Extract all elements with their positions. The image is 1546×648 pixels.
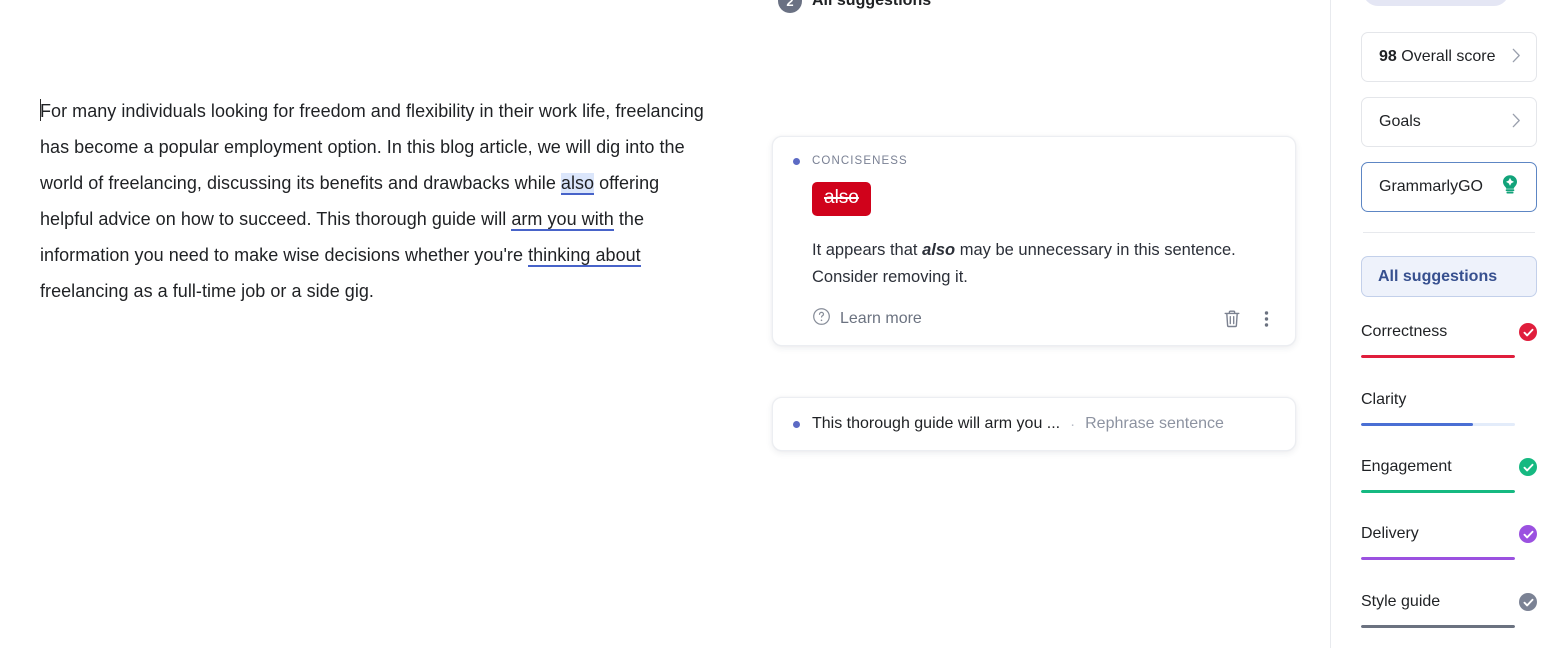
category-row: Delivery — [1361, 522, 1537, 546]
category-label: Correctness — [1361, 323, 1448, 340]
suggestion-chip-row: also — [812, 182, 1275, 216]
overall-score-text: Overall score — [1396, 48, 1496, 65]
conciseness-highlight-also[interactable]: also — [560, 173, 595, 195]
category-row: Engagement — [1361, 455, 1537, 479]
trash-icon[interactable] — [1222, 308, 1242, 330]
suggestions-count-badge: 2 — [778, 0, 802, 13]
category-row: Clarity — [1361, 388, 1537, 412]
more-vertical-icon[interactable] — [1264, 309, 1269, 329]
category-dot-icon — [793, 157, 800, 165]
suggestion-category-row: CONCISENESS — [793, 155, 1275, 167]
category-progress-fill — [1361, 423, 1474, 426]
category-row: Style guide — [1361, 590, 1537, 614]
separator-dot: · — [1070, 415, 1076, 433]
rephrase-action-label[interactable]: Rephrase sentence — [1085, 415, 1224, 433]
lightbulb-sparkle-icon — [1499, 173, 1521, 202]
suggestion-underline-thinking-about[interactable]: thinking about — [528, 245, 641, 267]
sidebar-item-all-suggestions[interactable]: All suggestions — [1361, 256, 1537, 297]
suggestions-header-title: All suggestions — [812, 0, 932, 9]
rephrase-preview-text: This thorough guide will arm you ... — [812, 415, 1061, 432]
overall-score-value: 98 — [1379, 48, 1397, 65]
doc-segment-7: freelancing as a full-time job or a side… — [40, 281, 374, 301]
category-label: Clarity — [1361, 391, 1407, 408]
chevron-right-icon — [1512, 48, 1521, 66]
category-label: Engagement — [1361, 458, 1452, 475]
check-circle-icon — [1519, 525, 1537, 543]
question-circle-icon — [812, 307, 831, 331]
sidebar-item-clarity[interactable]: Clarity — [1361, 388, 1537, 426]
learn-more-label: Learn more — [840, 310, 922, 327]
overall-score-label: 98 Overall score — [1379, 48, 1496, 66]
category-progress-bar — [1361, 355, 1515, 358]
goals-card[interactable]: Goals — [1361, 97, 1537, 147]
overall-score-card[interactable]: 98 Overall score — [1361, 32, 1537, 82]
category-progress-bar — [1361, 423, 1515, 426]
check-circle-icon — [1519, 593, 1537, 611]
suggestions-header: 2 All suggestions — [778, 0, 931, 13]
suggestion-explanation: It appears that also may be unnecessary … — [812, 237, 1262, 291]
learn-more-button[interactable]: Learn more — [812, 307, 922, 331]
grammarly-editor-screen: For many individuals looking for freedom… — [0, 0, 1546, 648]
goals-label: Goals — [1379, 113, 1421, 130]
category-progress-bar — [1361, 557, 1515, 560]
category-label: Style guide — [1361, 593, 1441, 610]
category-progress-fill — [1361, 490, 1515, 493]
document-editor-pane[interactable]: For many individuals looking for freedom… — [0, 0, 760, 648]
category-progress-bar — [1361, 490, 1515, 493]
explanation-emphasis: also — [922, 241, 956, 259]
card-action-icons — [1222, 308, 1269, 330]
category-progress-fill — [1361, 557, 1515, 560]
category-progress-fill — [1361, 355, 1515, 358]
all-suggestions-label: All suggestions — [1378, 267, 1498, 285]
suggestions-column: 2 All suggestions CONCISENESS also It ap… — [760, 0, 1330, 648]
sidebar-item-correctness[interactable]: Correctness — [1361, 320, 1537, 358]
suggestion-underline-arm-you-with[interactable]: arm you with — [511, 209, 614, 231]
removal-chip-also[interactable]: also — [812, 182, 871, 216]
category-dot-icon — [793, 420, 800, 428]
category-progress-fill — [1361, 625, 1515, 628]
category-progress-bar — [1361, 625, 1515, 628]
chevron-right-icon — [1512, 113, 1521, 131]
category-label: Delivery — [1361, 525, 1419, 542]
sidebar-divider — [1363, 232, 1535, 233]
suggestion-card-footer: Learn more — [812, 307, 1275, 331]
right-sidebar: 98 Overall score Goals GrammarlyGO All s… — [1330, 0, 1546, 648]
sidebar-item-delivery[interactable]: Delivery — [1361, 522, 1537, 560]
grammarly-go-label: GrammarlyGO — [1379, 178, 1483, 195]
explanation-part-1: It appears that — [812, 241, 923, 259]
category-row: Correctness — [1361, 320, 1537, 344]
check-circle-icon — [1519, 323, 1537, 341]
sidebar-item-style-guide[interactable]: Style guide — [1361, 590, 1537, 628]
sidebar-item-engagement[interactable]: Engagement — [1361, 455, 1537, 493]
check-circle-icon — [1519, 458, 1537, 476]
suggestion-card-rephrase[interactable]: This thorough guide will arm you ... · R… — [772, 397, 1296, 451]
document-text[interactable]: For many individuals looking for freedom… — [40, 93, 716, 309]
grammarly-go-card[interactable]: GrammarlyGO — [1361, 162, 1537, 212]
sidebar-top-pill[interactable] — [1363, 0, 1509, 6]
suggestion-card-conciseness[interactable]: CONCISENESS also It appears that also ma… — [772, 136, 1296, 346]
suggestion-category-label: CONCISENESS — [812, 155, 908, 167]
